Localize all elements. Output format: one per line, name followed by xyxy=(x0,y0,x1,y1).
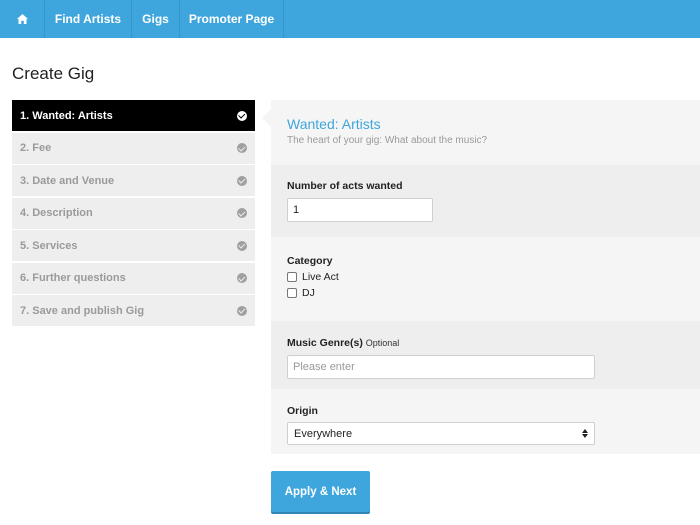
check-circle-icon xyxy=(237,240,247,251)
origin-section: Origin Everywhere xyxy=(271,389,700,454)
genre-label-text: Music Genre(s) xyxy=(287,337,363,349)
category-section: Category Live Act DJ xyxy=(271,237,700,321)
check-circle-icon xyxy=(237,305,247,316)
check-circle-icon xyxy=(237,110,247,121)
step-label: 3. Date and Venue xyxy=(20,174,115,187)
step-wanted-artists[interactable]: 1. Wanted: Artists xyxy=(12,100,255,131)
live-act-label: Live Act xyxy=(302,271,339,283)
check-circle-icon xyxy=(237,175,247,186)
nav-promoter-page[interactable]: Promoter Page xyxy=(180,0,284,38)
category-option-dj[interactable]: DJ xyxy=(287,287,684,299)
step-services[interactable]: 5. Services xyxy=(12,230,255,261)
step-label: 7. Save and publish Gig xyxy=(20,304,145,317)
step-description[interactable]: 4. Description xyxy=(12,197,255,229)
check-circle-icon xyxy=(237,143,247,153)
acts-label: Number of acts wanted xyxy=(287,180,403,192)
origin-selected-value: Everywhere xyxy=(294,427,353,440)
panel-subtitle: The heart of your gig: What about the mu… xyxy=(287,135,488,146)
genre-label: Music Genre(s) Optional xyxy=(287,337,684,349)
live-act-checkbox[interactable] xyxy=(287,272,297,282)
origin-select[interactable]: Everywhere xyxy=(287,422,595,445)
panel-title: Wanted: Artists xyxy=(287,116,381,132)
panel-header: Wanted: Artists The heart of your gig: W… xyxy=(262,100,700,165)
acts-input[interactable] xyxy=(287,198,433,222)
dj-label: DJ xyxy=(302,287,315,299)
step-fee[interactable]: 2. Fee xyxy=(12,132,255,164)
category-option-live-act[interactable]: Live Act xyxy=(287,271,684,283)
step-list: 1. Wanted: Artists 2. Fee 3. Date and Ve… xyxy=(12,100,255,328)
nav-find-artists[interactable]: Find Artists xyxy=(45,0,132,38)
step-date-and-venue[interactable]: 3. Date and Venue xyxy=(12,165,255,196)
acts-section: Number of acts wanted xyxy=(271,165,700,237)
home-icon xyxy=(16,14,28,24)
check-circle-icon xyxy=(237,273,247,283)
select-arrows-icon xyxy=(582,429,588,438)
step-label: 6. Further questions xyxy=(20,272,126,284)
dj-checkbox[interactable] xyxy=(287,288,297,298)
check-circle-icon xyxy=(237,208,247,218)
category-label: Category xyxy=(287,255,333,267)
genre-input[interactable] xyxy=(287,355,595,379)
apply-next-button[interactable]: Apply & Next xyxy=(271,471,370,512)
step-further-questions[interactable]: 6. Further questions xyxy=(12,262,255,294)
genre-section: Music Genre(s) Optional xyxy=(271,321,700,389)
step-label: 4. Description xyxy=(20,207,93,219)
step-label: 1. Wanted: Artists xyxy=(20,109,113,122)
origin-label: Origin xyxy=(287,405,318,417)
form-panel: Wanted: Artists The heart of your gig: W… xyxy=(262,100,700,454)
optional-tag: Optional xyxy=(365,338,400,348)
top-navigation: Find Artists Gigs Promoter Page xyxy=(0,0,700,38)
step-label: 5. Services xyxy=(20,239,78,252)
nav-home[interactable] xyxy=(0,0,45,38)
step-save-and-publish[interactable]: 7. Save and publish Gig xyxy=(12,295,255,326)
page-title: Create Gig xyxy=(12,64,95,83)
nav-gigs[interactable]: Gigs xyxy=(132,0,180,38)
step-label: 2. Fee xyxy=(20,142,52,154)
